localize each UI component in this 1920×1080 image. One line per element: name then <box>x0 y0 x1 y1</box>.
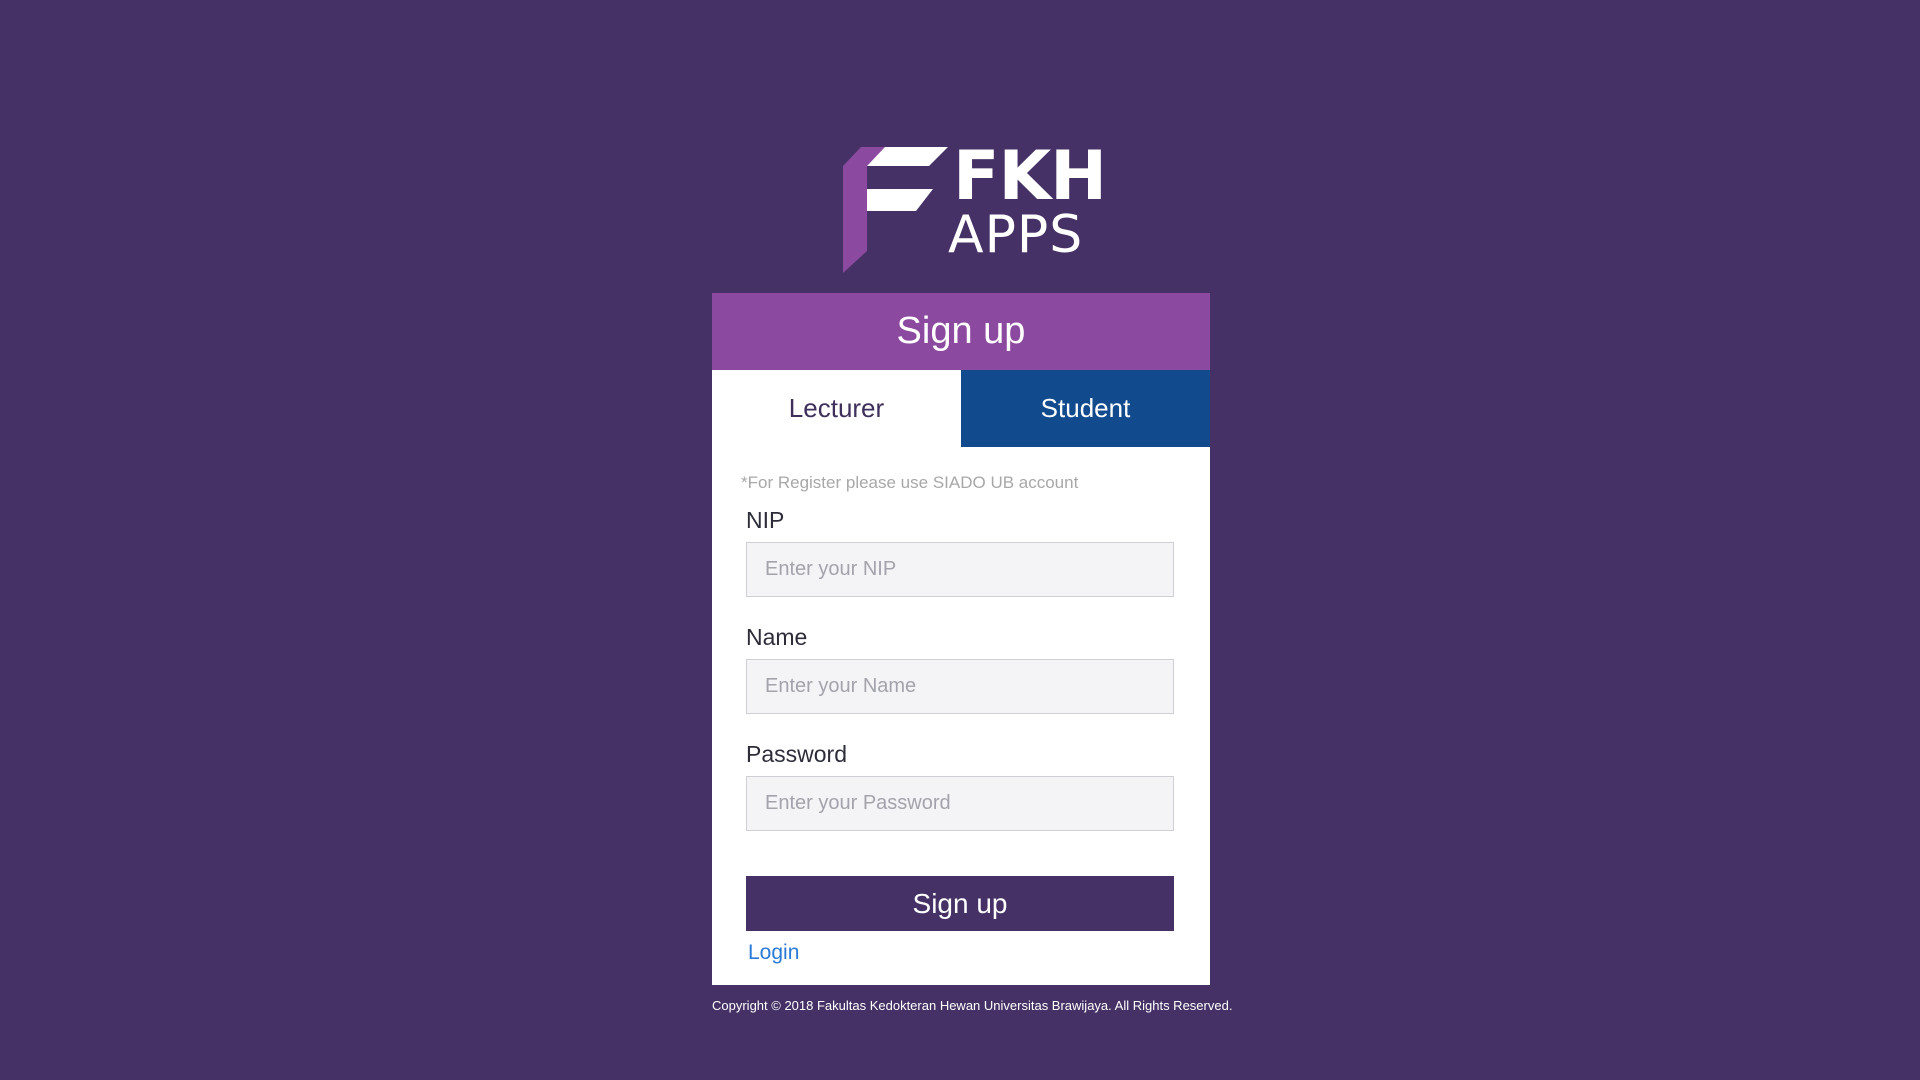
name-field[interactable] <box>746 659 1174 714</box>
logo-text-fkh: FKH <box>953 137 1107 216</box>
register-note: *For Register please use SIADO UB accoun… <box>741 473 1079 492</box>
app-logo: FKH APPS <box>843 143 1107 273</box>
nip-field[interactable] <box>746 542 1174 597</box>
password-field[interactable] <box>746 776 1174 831</box>
copyright-text: Copyright © 2018 Fakultas Kedokteran Hew… <box>712 998 1233 1013</box>
signup-button[interactable]: Sign up <box>746 876 1174 931</box>
nip-label: NIP <box>746 507 785 533</box>
login-link[interactable]: Login <box>748 941 799 965</box>
fkh-f-logo-icon <box>843 147 948 273</box>
tab-student[interactable]: Student <box>961 370 1210 447</box>
logo-text-apps: APPS <box>948 205 1084 265</box>
name-label: Name <box>746 624 808 650</box>
card-title: Sign up <box>712 293 1210 370</box>
role-tabs: Lecturer Student <box>712 370 1210 447</box>
signup-card: Sign up Lecturer Student *For Register p… <box>712 293 1210 985</box>
tab-lecturer[interactable]: Lecturer <box>712 370 961 447</box>
password-label: Password <box>746 741 847 767</box>
